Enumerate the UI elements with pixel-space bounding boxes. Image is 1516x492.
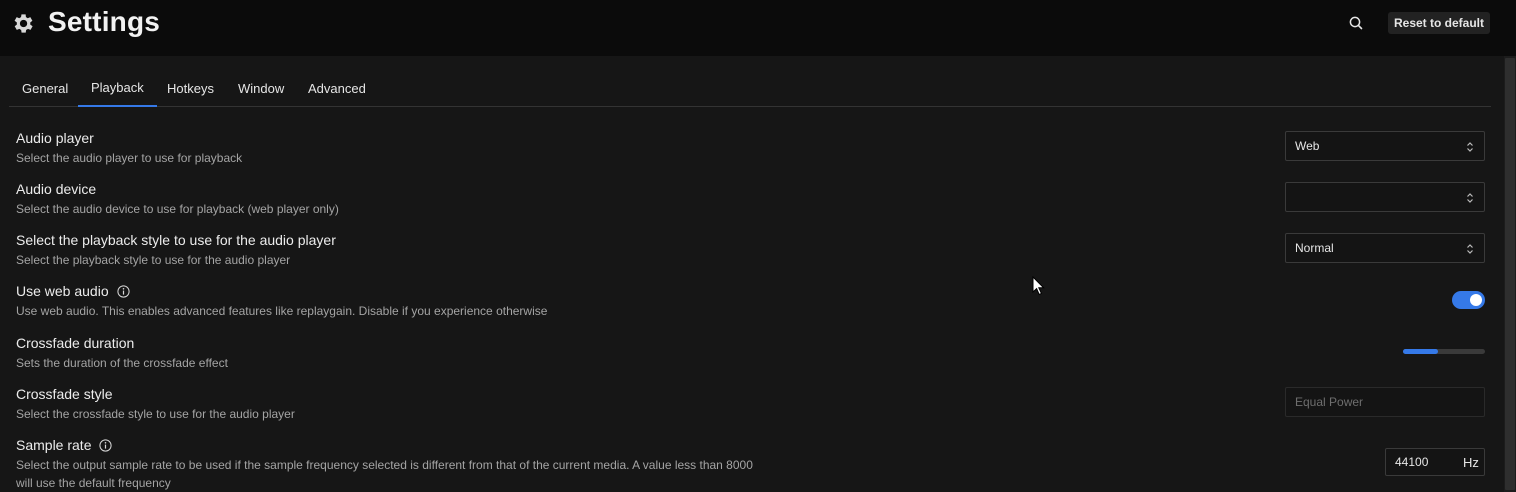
chevron-up-down-icon [1467,142,1473,152]
tab-playback[interactable]: Playback [78,70,157,107]
setting-label-row: Use web audio [16,283,130,299]
unit-label: Hz [1463,454,1479,470]
mouse-cursor-icon [1032,276,1045,296]
scrollbar-thumb[interactable] [1505,58,1515,490]
setting-description: Select the audio player to use for playb… [16,151,243,165]
select-value: Normal [1295,241,1334,255]
setting-label: Audio player [16,130,94,146]
audio-device-select[interactable] [1285,182,1485,212]
settings-tabs: General Playback Hotkeys Window Advanced [9,70,1491,107]
setting-sample-rate: Sample rate Select the output sample rat… [16,437,1486,492]
setting-label: Use web audio [16,283,109,299]
setting-label: Crossfade style [16,386,113,402]
setting-label-row: Sample rate [16,437,113,453]
setting-playback-style: Select the playback style to use for the… [16,232,1486,272]
setting-description: Select the playback style to use for the… [16,253,291,267]
toggle-knob [1470,294,1482,306]
chevron-up-down-icon [1467,244,1473,254]
crossfade-style-select: Equal Power [1285,387,1485,417]
setting-audio-device: Audio device Select the audio device to … [16,181,1486,221]
setting-label: Crossfade duration [16,335,135,351]
setting-description: Select the crossfade style to use for th… [16,407,295,421]
info-icon[interactable] [117,284,130,298]
input-value[interactable]: 44100 [1395,455,1428,469]
setting-label: Select the playback style to use for the… [16,232,336,248]
page-title: Settings [48,6,161,37]
crossfade-duration-slider[interactable] [1403,349,1485,354]
setting-label: Audio device [16,181,97,197]
gear-icon [14,14,33,33]
select-value: Web [1295,139,1320,153]
chevron-up-down-icon [1467,193,1473,203]
header: Settings Reset to default [0,0,1516,56]
tab-general[interactable]: General [9,70,81,107]
setting-description: Select the audio device to use for playb… [16,202,339,216]
setting-label: Sample rate [16,437,92,453]
web-audio-toggle[interactable] [1452,291,1485,309]
setting-crossfade-duration: Crossfade duration Sets the duration of … [16,335,1486,375]
scrollbar[interactable] [1504,56,1516,492]
setting-web-audio: Use web audio Use web audio. This enable… [16,283,1486,323]
tab-window[interactable]: Window [225,70,297,107]
audio-player-select[interactable]: Web [1285,131,1485,161]
slider-fill [1403,349,1439,354]
setting-audio-player: Audio player Select the audio player to … [16,130,1486,170]
info-icon[interactable] [99,438,113,452]
tab-hotkeys[interactable]: Hotkeys [154,70,227,107]
tab-advanced[interactable]: Advanced [295,70,379,107]
select-value: Equal Power [1295,395,1364,409]
setting-description: Select the output sample rate to be used… [16,458,753,490]
sample-rate-input[interactable]: 44100 Hz [1385,448,1485,476]
playback-style-select[interactable]: Normal [1285,233,1485,263]
search-icon[interactable] [1348,15,1364,31]
reset-to-default-button[interactable]: Reset to default [1388,12,1490,34]
setting-crossfade-style: Crossfade style Select the crossfade sty… [16,386,1486,426]
setting-description: Sets the duration of the crossfade effec… [16,356,228,370]
setting-description: Use web audio. This enables advanced fea… [16,304,548,318]
